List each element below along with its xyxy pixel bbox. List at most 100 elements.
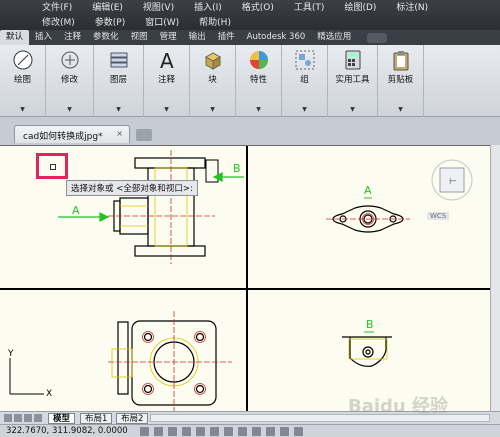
layout-tab-layout1[interactable]: 布局1	[80, 413, 113, 424]
object-pick-box	[36, 153, 68, 179]
ribbon-toggle-button[interactable]	[367, 32, 388, 43]
menu-help[interactable]: 帮助(H)	[199, 15, 231, 28]
wcs-menu[interactable]: WCS	[427, 212, 450, 220]
menu-bar-row-1: 文件(F) 编辑(E) 视图(V) 插入(I) 格式(O) 工具(T) 绘图(D…	[42, 0, 448, 13]
panel-annotation-label: 注释	[157, 75, 175, 85]
tab-plugins[interactable]: 插件	[212, 30, 241, 45]
svg-text:X: X	[46, 389, 52, 399]
panel-group[interactable]: 组 ▼	[282, 45, 328, 117]
panel-clipboard-label: 剪贴板	[387, 75, 414, 85]
group-icon	[294, 49, 316, 71]
coordinate-readout: 322.7670, 311.9082, 0.0000	[6, 426, 128, 436]
menu-tools[interactable]: 工具(T)	[294, 0, 325, 13]
prev-layout-icon[interactable]	[14, 414, 22, 422]
tab-manage[interactable]: 管理	[154, 30, 183, 45]
vertical-scrollbar[interactable]	[490, 145, 500, 411]
panel-draw[interactable]: 绘图 ▼	[0, 45, 46, 117]
view-label-a: A	[72, 204, 80, 217]
layout-tab-model[interactable]: 模型	[48, 413, 76, 424]
annotation-icon: A	[156, 49, 178, 71]
chevron-down-icon[interactable]: ▼	[116, 106, 121, 113]
ribbon-tab-bar: 默认 插入 注释 参数化 视图 管理 输出 插件 Autodesk 360 精选…	[0, 30, 500, 45]
grid-icon[interactable]	[154, 427, 163, 436]
pick-square-icon	[50, 164, 56, 170]
last-layout-icon[interactable]	[34, 414, 42, 422]
ducs-icon[interactable]	[224, 427, 233, 436]
file-tab[interactable]: cad如何转换成jpg* ×	[14, 125, 130, 143]
tab-default[interactable]: 默认	[0, 30, 30, 45]
chevron-down-icon[interactable]: ▼	[398, 106, 403, 113]
menu-bar-row-2: 修改(M) 参数(P) 窗口(W) 帮助(H)	[42, 15, 251, 28]
clipboard-icon	[390, 49, 412, 71]
new-tab-button[interactable]	[136, 129, 152, 141]
draw-icon	[12, 49, 34, 71]
panel-modify-label: 修改	[60, 75, 78, 85]
dyn-icon[interactable]	[238, 427, 247, 436]
utilities-icon	[342, 49, 364, 71]
properties-icon	[248, 49, 270, 71]
polar-icon[interactable]	[182, 427, 191, 436]
chevron-down-icon[interactable]: ▼	[350, 106, 355, 113]
close-icon[interactable]: ×	[116, 129, 123, 138]
menu-parameter[interactable]: 参数(P)	[95, 15, 125, 28]
layout-tab-layout2[interactable]: 布局2	[116, 413, 149, 424]
menu-dimension[interactable]: 标注(N)	[396, 0, 428, 13]
tab-view[interactable]: 视图	[125, 30, 154, 45]
file-tab-label: cad如何转换成jpg*	[23, 132, 103, 142]
chevron-down-icon[interactable]: ▼	[20, 106, 25, 113]
panel-block[interactable]: 块 ▼	[190, 45, 236, 117]
tab-insert[interactable]: 插入	[29, 30, 58, 45]
snap-icon[interactable]	[140, 427, 149, 436]
view-label-a-right: A	[364, 184, 372, 197]
chevron-down-icon[interactable]: ▼	[210, 106, 215, 113]
chevron-down-icon[interactable]: ▼	[67, 106, 72, 113]
panel-utilities[interactable]: 实用工具 ▼	[328, 45, 378, 117]
drawing-canvas[interactable]: A B A ⊢ B Y X 选择对象或 <全部对象和视口>: WCS	[0, 145, 490, 412]
menu-window[interactable]: 窗口(W)	[145, 15, 179, 28]
file-tab-bar: cad如何转换成jpg* ×	[0, 117, 500, 145]
chevron-down-icon[interactable]: ▼	[164, 106, 169, 113]
panel-annotation[interactable]: A 注释 ▼	[144, 45, 190, 117]
panel-utilities-label: 实用工具	[335, 75, 370, 85]
selection-cycling-icon[interactable]	[294, 427, 303, 436]
menu-format[interactable]: 格式(O)	[242, 0, 274, 13]
menu-modify[interactable]: 修改(M)	[42, 15, 75, 28]
menu-edit[interactable]: 编辑(E)	[92, 0, 123, 13]
first-layout-icon[interactable]	[4, 414, 12, 422]
svg-text:⊢: ⊢	[449, 177, 457, 187]
tab-annotate[interactable]: 注释	[58, 30, 87, 45]
tab-featured-apps[interactable]: 精选应用	[311, 30, 357, 45]
panel-layers-label: 图层	[109, 75, 127, 85]
view-label-b-right: B	[366, 318, 374, 331]
tab-parametric[interactable]: 参数化	[87, 30, 125, 45]
next-layout-icon[interactable]	[24, 414, 32, 422]
status-bar: 322.7670, 311.9082, 0.0000	[0, 424, 500, 437]
command-prompt-tooltip: 选择对象或 <全部对象和视口>:	[66, 180, 198, 196]
quick-properties-icon[interactable]	[280, 427, 289, 436]
chevron-down-icon[interactable]: ▼	[256, 106, 261, 113]
svg-text:A: A	[160, 49, 174, 71]
menu-file[interactable]: 文件(F)	[42, 0, 72, 13]
status-toggles	[140, 427, 308, 436]
panel-properties[interactable]: 特性 ▼	[236, 45, 282, 117]
tab-autodesk-360[interactable]: Autodesk 360	[241, 30, 312, 45]
transparency-icon[interactable]	[266, 427, 275, 436]
menu-view[interactable]: 视图(V)	[143, 0, 174, 13]
chevron-down-icon[interactable]: ▼	[302, 106, 307, 113]
watermark: Baidu 经验	[348, 396, 449, 417]
panel-layers[interactable]: 图层 ▼	[94, 45, 144, 117]
ribbon-panels: 绘图 ▼ 修改 ▼ 图层 ▼ A 注释 ▼ 块 ▼ 特性 ▼ 组 ▼ 实用工具 …	[0, 45, 500, 117]
panel-draw-label: 绘图	[13, 75, 31, 85]
layers-icon	[108, 49, 130, 71]
osnap-icon[interactable]	[196, 427, 205, 436]
menu-insert[interactable]: 插入(I)	[194, 0, 222, 13]
otrack-icon[interactable]	[210, 427, 219, 436]
menu-draw[interactable]: 绘图(D)	[344, 0, 376, 13]
lineweight-icon[interactable]	[252, 427, 261, 436]
panel-modify[interactable]: 修改 ▼	[46, 45, 94, 117]
tab-output[interactable]: 输出	[183, 30, 212, 45]
panel-clipboard[interactable]: 剪贴板 ▼	[378, 45, 424, 117]
block-icon	[202, 49, 224, 71]
ortho-icon[interactable]	[168, 427, 177, 436]
panel-group-label: 组	[300, 75, 309, 85]
